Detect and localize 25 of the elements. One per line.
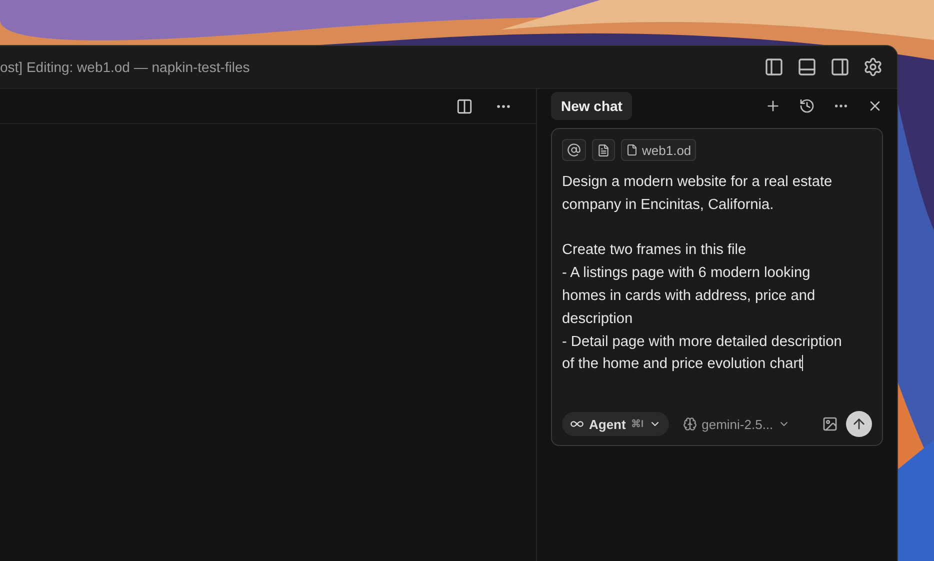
arrow-up-icon	[851, 416, 867, 432]
left-panel-icon[interactable]	[764, 57, 784, 77]
chat-tab[interactable]: New chat	[551, 92, 632, 120]
history-icon[interactable]	[799, 98, 815, 114]
file-chip[interactable]	[592, 139, 615, 161]
mention-chip[interactable]	[562, 139, 586, 161]
right-panel-icon[interactable]	[830, 57, 850, 77]
file-name: web1.od	[642, 142, 692, 158]
text-caret	[802, 355, 804, 372]
prompt-box[interactable]	[551, 128, 883, 446]
file-chip[interactable]: web1.od	[621, 139, 696, 161]
at-icon	[567, 143, 581, 157]
split-view-icon[interactable]	[456, 98, 473, 114]
image-icon[interactable]	[822, 416, 838, 432]
send-button[interactable]	[846, 411, 872, 437]
agent-mode-button[interactable]: Agent ⌘I	[562, 412, 669, 436]
prompt-text: Design a modern website for a real estate company in Encinitas, California. Create two frames in this file - A listings page with 6 modern looking homes in cards with address, price and description - Detail page with more detailed description of the home and price evolution chart	[562, 173, 843, 374]
settings-icon[interactable]	[863, 57, 883, 77]
file-icon	[597, 144, 610, 156]
plus-icon[interactable]	[765, 98, 781, 114]
window-title: ost] Editing: web1.od — napkin-test-files	[0, 59, 251, 75]
model-selector[interactable]: gemini-2.5...	[676, 416, 796, 432]
brain-icon	[682, 417, 697, 431]
file-icon	[626, 144, 638, 156]
bottom-panel-icon[interactable]	[797, 57, 817, 77]
